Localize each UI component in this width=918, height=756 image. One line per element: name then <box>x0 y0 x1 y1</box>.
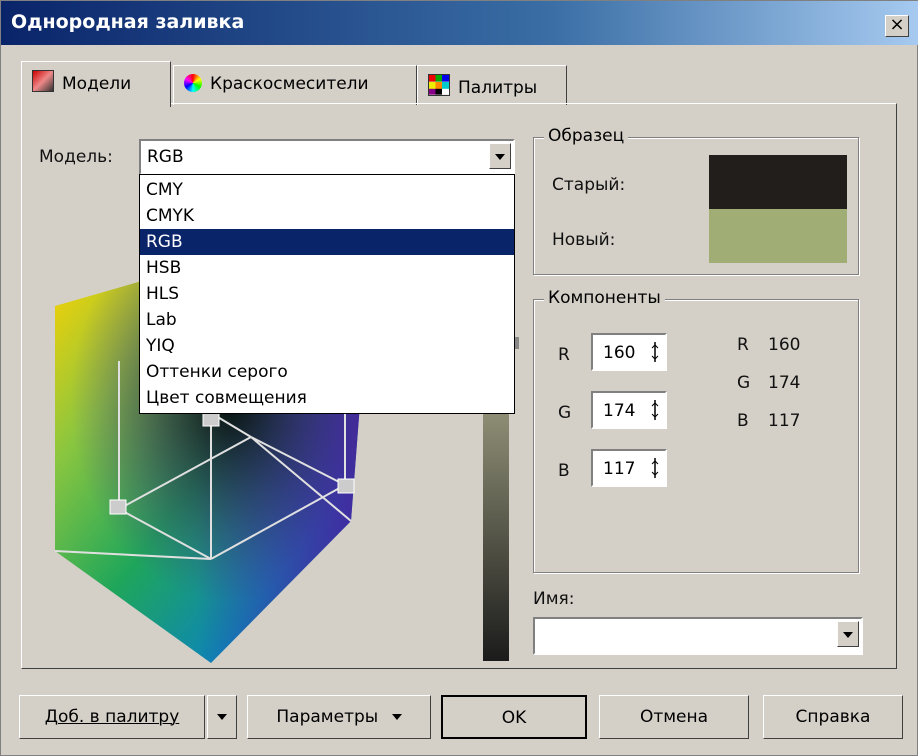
add-to-palette-dropdown-button[interactable] <box>207 695 237 739</box>
b-label: B <box>558 461 570 481</box>
model-option-hls[interactable]: HLS <box>140 281 514 307</box>
model-option-hsb[interactable]: HSB <box>140 255 514 281</box>
model-option-lab[interactable]: Lab <box>140 307 514 333</box>
chevron-down-icon <box>391 714 402 720</box>
spinner-icon[interactable] <box>649 399 661 421</box>
components-group: Компоненты <box>533 288 859 573</box>
model-option-rgb[interactable]: RGB <box>140 229 514 255</box>
handle-right[interactable] <box>337 478 355 494</box>
spinner-icon[interactable] <box>649 341 661 363</box>
palette-grid-icon <box>428 74 450 96</box>
readout-g-label: G <box>737 373 751 393</box>
title-bar[interactable]: Однородная заливка × <box>1 1 918 45</box>
models-icon <box>32 70 54 92</box>
r-value: 160 <box>603 343 636 363</box>
cancel-label: Отмена <box>639 707 709 727</box>
components-title: Компоненты <box>544 288 665 308</box>
model-option-grayscale[interactable]: Оттенки серого <box>140 359 514 385</box>
chevron-down-icon <box>217 714 227 720</box>
chevron-down-icon[interactable] <box>489 143 511 169</box>
model-option-registration[interactable]: Цвет совмещения <box>140 385 514 411</box>
add-to-palette-label: Доб. в палитру <box>44 707 180 727</box>
tab-models[interactable]: Модели <box>21 61 171 107</box>
tab-mixers-label: Краскосмесители <box>210 74 369 94</box>
readout-b-value: 117 <box>768 411 801 431</box>
color-wheel-icon <box>184 74 202 92</box>
r-label: R <box>558 345 570 365</box>
readout-r-value: 160 <box>768 335 801 355</box>
parameters-label: Параметры <box>276 707 379 727</box>
model-dropdown-list[interactable]: CMY CMYK RGB HSB HLS Lab YIQ Оттенки сер… <box>139 174 515 414</box>
name-select[interactable] <box>533 617 863 655</box>
old-color-label: Старый: <box>552 175 626 195</box>
handle-left[interactable] <box>109 499 127 515</box>
window-title: Однородная заливка <box>11 11 245 33</box>
readout-b-label: B <box>737 411 749 431</box>
sample-title: Образец <box>544 126 629 146</box>
tab-palettes-label: Палитры <box>458 78 538 98</box>
brightness-slider[interactable] <box>483 411 509 661</box>
help-button[interactable]: Справка <box>763 695 903 739</box>
new-color-swatch <box>709 209 847 263</box>
model-label: Модель: <box>39 147 113 167</box>
model-option-cmy[interactable]: CMY <box>140 177 514 203</box>
readout-g-value: 174 <box>768 373 801 393</box>
ok-label: OK <box>501 708 527 728</box>
g-label: G <box>558 403 572 423</box>
close-button[interactable]: × <box>885 15 909 37</box>
ok-button[interactable]: OK <box>441 695 587 739</box>
cancel-button[interactable]: Отмена <box>599 695 749 739</box>
help-label: Справка <box>795 707 871 727</box>
readout-r-label: R <box>737 335 749 355</box>
model-select[interactable]: RGB <box>139 139 515 175</box>
parameters-button[interactable]: Параметры <box>247 695 431 739</box>
model-select-value: RGB <box>147 147 184 167</box>
chevron-down-icon[interactable] <box>837 621 859 647</box>
spinner-icon[interactable] <box>649 457 661 479</box>
r-value-field[interactable]: 160 <box>591 333 667 371</box>
old-color-swatch <box>709 155 847 209</box>
tab-models-label: Модели <box>62 74 132 94</box>
b-value: 117 <box>603 459 636 479</box>
model-option-cmyk[interactable]: CMYK <box>140 203 514 229</box>
g-value: 174 <box>603 401 636 421</box>
new-color-label: Новый: <box>552 230 616 250</box>
add-to-palette-button[interactable]: Доб. в палитру <box>19 695 205 739</box>
handle-top[interactable] <box>202 411 220 427</box>
g-value-field[interactable]: 174 <box>591 391 667 429</box>
dialog-window: Однородная заливка × Модели Краскосмесит… <box>0 0 918 756</box>
close-icon: × <box>889 14 905 35</box>
model-option-yiq[interactable]: YIQ <box>140 333 514 359</box>
name-label: Имя: <box>533 589 575 609</box>
b-value-field[interactable]: 117 <box>591 449 667 487</box>
tab-mixers[interactable]: Краскосмесители <box>173 65 417 105</box>
tab-palettes[interactable]: Палитры <box>417 65 567 105</box>
